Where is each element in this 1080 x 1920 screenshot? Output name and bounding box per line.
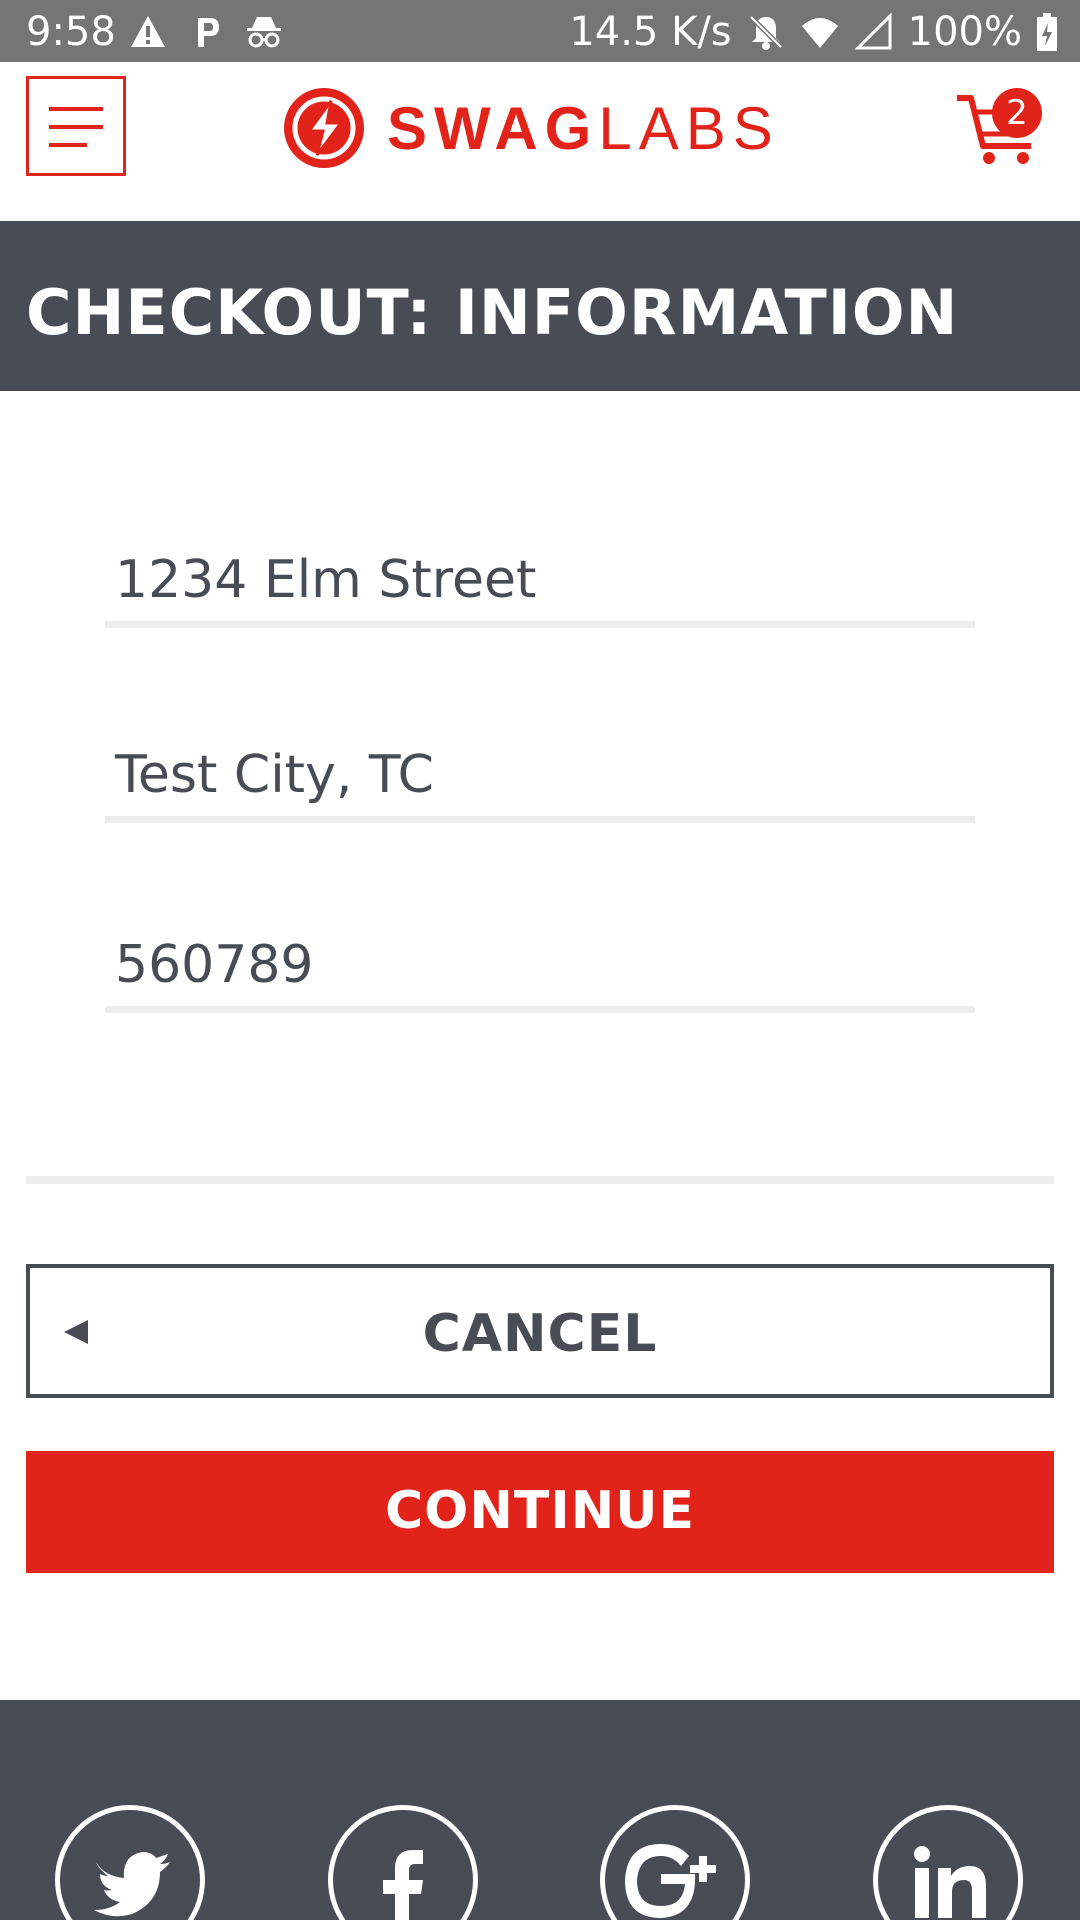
status-right: 14.5 K/s 100% — [569, 8, 1058, 56]
swag-labs-logo-icon — [284, 88, 364, 168]
status-time: 9:58 — [26, 9, 116, 55]
linkedin-icon — [914, 1846, 986, 1918]
footer — [0, 1700, 1080, 1920]
brand-name-swag: SWAG — [387, 94, 599, 162]
warning-icon — [131, 16, 165, 47]
signal-icon — [854, 12, 892, 50]
google-plus-link[interactable] — [600, 1805, 750, 1920]
bell-off-icon — [748, 15, 783, 50]
twitter-icon — [94, 1852, 170, 1917]
battery-charging-icon — [1037, 13, 1057, 51]
page-title-bar: CHECKOUT: INFORMATION — [0, 221, 1080, 391]
menu-button[interactable] — [26, 76, 126, 176]
city-field[interactable]: Test City, TC — [105, 723, 975, 823]
page-title: CHECKOUT: INFORMATION — [26, 276, 959, 349]
continue-button[interactable]: CONTINUE — [26, 1451, 1054, 1573]
battery-percent: 100% — [907, 9, 1022, 55]
facebook-link[interactable] — [328, 1805, 478, 1920]
zip-code-field-value: 560789 — [115, 935, 314, 995]
section-divider — [26, 1176, 1054, 1184]
cancel-button-label: CANCEL — [422, 1304, 658, 1364]
brand-logo: SWAG LABS — [283, 86, 780, 170]
cart-badge: 2 — [992, 88, 1042, 138]
network-speed: 14.5 K/s — [569, 9, 732, 55]
twitter-link[interactable] — [55, 1805, 205, 1920]
status-bar: 9:58 14.5 K/s 100% — [0, 0, 1080, 62]
linkedin-link[interactable] — [873, 1805, 1023, 1920]
parking-icon — [198, 18, 219, 47]
continue-button-label: CONTINUE — [385, 1481, 695, 1541]
facebook-icon — [383, 1850, 423, 1920]
google-plus-icon — [625, 1844, 716, 1918]
app-header: SWAG LABS 2 — [0, 62, 1080, 221]
field-underline — [105, 621, 975, 628]
city-field-value: Test City, TC — [115, 745, 434, 805]
wifi-icon — [801, 18, 838, 48]
address-field[interactable]: 1234 Elm Street — [105, 528, 975, 628]
cancel-button[interactable]: CANCEL — [26, 1264, 1054, 1398]
status-left-icons — [128, 12, 284, 52]
zip-code-field[interactable]: 560789 — [105, 913, 975, 1013]
incognito-icon — [247, 17, 281, 48]
hamburger-menu-icon — [49, 107, 103, 147]
address-field-value: 1234 Elm Street — [115, 550, 537, 610]
field-underline — [105, 1006, 975, 1013]
brand-name-labs: LABS — [598, 94, 780, 162]
field-underline — [105, 816, 975, 823]
